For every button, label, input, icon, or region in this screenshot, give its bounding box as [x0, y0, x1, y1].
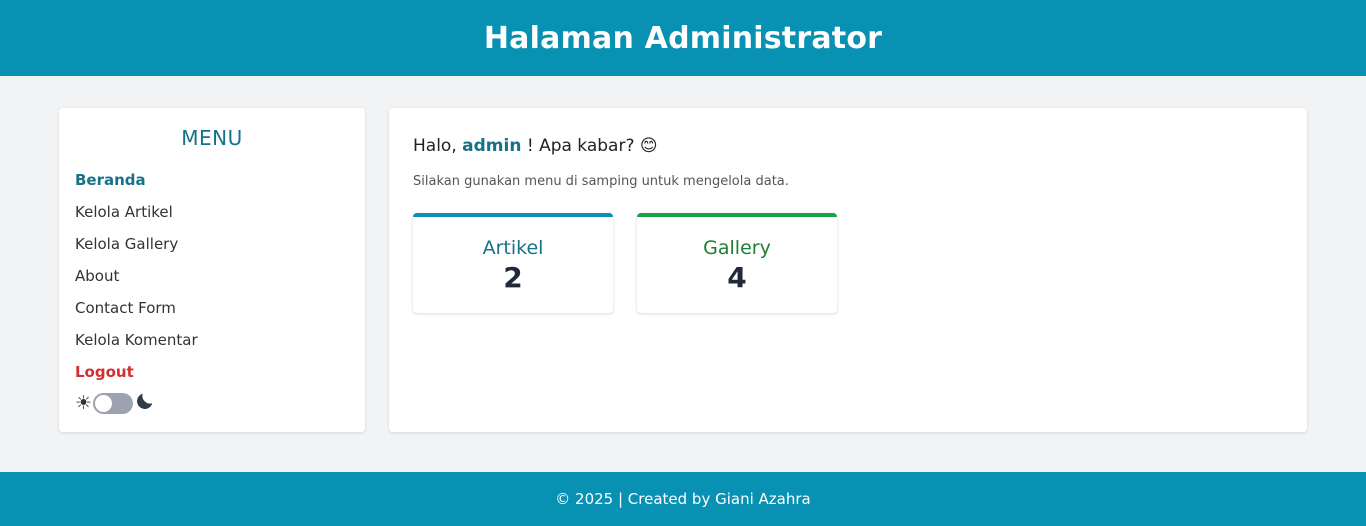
sidebar-item-kelola-gallery[interactable]: Kelola Gallery: [75, 228, 349, 260]
page-header: Halaman Administrator: [0, 0, 1366, 76]
artikel-card: Artikel 2: [413, 213, 613, 313]
moon-icon: [134, 390, 156, 416]
sidebar-title: MENU: [181, 126, 243, 150]
instruction-text: Silakan gunakan menu di samping untuk me…: [413, 174, 789, 189]
gallery-card-title: Gallery: [703, 237, 771, 259]
sidebar-item-about[interactable]: About: [75, 260, 349, 292]
gallery-card: Gallery 4: [637, 213, 837, 313]
artikel-count: 2: [503, 261, 523, 294]
artikel-card-title: Artikel: [482, 237, 544, 259]
sun-icon: ☀: [75, 392, 93, 414]
switch-knob: [95, 394, 113, 412]
theme-switch[interactable]: [93, 392, 134, 414]
stats-cards: Artikel 2 Gallery 4: [413, 213, 1283, 313]
sidebar-item-kelola-komentar[interactable]: Kelola Komentar: [75, 324, 349, 356]
main-content: Halo, admin ! Apa kabar? 😊 Silakan gunak…: [389, 108, 1307, 432]
greeting-suffix: ! Apa kabar? 😊: [526, 136, 658, 156]
page-title: Halaman Administrator: [483, 20, 883, 56]
gallery-count: 4: [727, 261, 747, 294]
page-footer: © 2025 | Created by Giani Azahra: [0, 472, 1366, 526]
sidebar-item-beranda[interactable]: Beranda: [75, 164, 349, 196]
username: admin: [462, 136, 522, 156]
logout-link[interactable]: Logout: [75, 356, 349, 388]
greeting-prefix: Halo,: [413, 136, 457, 156]
footer-text: © 2025 | Created by Giani Azahra: [555, 490, 811, 508]
theme-toggle: ☀: [75, 390, 349, 416]
sidebar-item-contact-form[interactable]: Contact Form: [75, 292, 349, 324]
sidebar-item-kelola-artikel[interactable]: Kelola Artikel: [75, 196, 349, 228]
greeting: Halo, admin ! Apa kabar? 😊: [413, 136, 1283, 156]
sidebar: MENU Beranda Kelola Artikel Kelola Galle…: [59, 108, 365, 432]
